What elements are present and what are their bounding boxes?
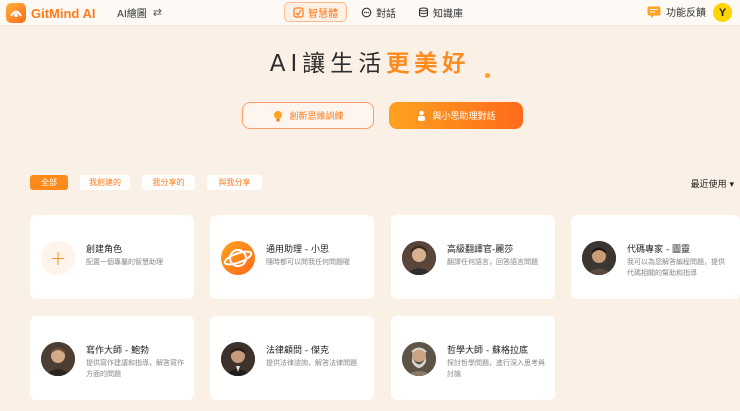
card-title: 法律顧問 - 傑克 (266, 346, 329, 356)
nav-chat[interactable]: 對話 (353, 2, 404, 22)
philosopher-avatar (402, 342, 436, 376)
card-desc: 隨時都可以問我任何問題喔 (266, 258, 350, 266)
main-nav: 智慧體 對話 知識庫 (284, 2, 477, 22)
app-logo[interactable]: GitMind AI (6, 3, 96, 23)
card-title: 代碼專家 - 圖靈 (627, 245, 690, 255)
innovation-training-label: 創新思維訓練 (289, 112, 344, 122)
nav-chat-label: 對話 (376, 8, 396, 20)
plus-icon: + (41, 241, 75, 275)
gitmind-logo-icon (6, 3, 26, 23)
hero-dot (485, 73, 490, 78)
planet-icon (221, 241, 255, 275)
hero-title-main: AI讓生活 (269, 51, 387, 77)
filter-shared-with-me[interactable]: 與我分享 (207, 175, 262, 190)
chat-icon (361, 7, 372, 17)
filter-tabs: 全部 我創建的 我分享的 與我分享 (30, 175, 274, 190)
feedback-icon (647, 6, 661, 18)
user-avatar[interactable]: Y (713, 3, 732, 22)
hero-title: AI讓生活更美好 (0, 44, 740, 78)
feedback-label: 功能反饋 (666, 8, 706, 19)
innovation-training-button[interactable]: 創新思維訓練 (242, 102, 374, 129)
app-name: GitMind AI (31, 5, 96, 21)
card-title: 高級翻譯官-麗莎 (447, 245, 514, 255)
swap-icon: ⇄ (152, 6, 163, 19)
filter-created-by-me[interactable]: 我創建的 (80, 175, 130, 190)
agents-icon (293, 6, 304, 18)
card-desc: 探討哲學問題，進行深入思考與討論 (447, 359, 545, 378)
agent-card-code-expert[interactable]: 代碼專家 - 圖靈 我可以為您解答編程問題，提供代碼相關的幫助和指導 (571, 215, 740, 299)
writing-master-avatar (41, 342, 75, 376)
agent-card-legal-advisor[interactable]: 法律顧問 - 傑克 提供法律諮詢，解答法律問題 (210, 316, 374, 400)
ai-drawing-switch[interactable]: AI繪圖 ⇄ (117, 5, 162, 20)
card-title: 哲學大師 - 蘇格拉底 (447, 346, 528, 356)
agent-card-philosophy-master[interactable]: 哲學大師 - 蘇格拉底 探討哲學問題，進行深入思考與討論 (391, 316, 555, 400)
card-title: 創建角色 (86, 245, 123, 255)
filter-shared-by-me[interactable]: 我分享的 (142, 175, 195, 190)
agent-card-general-assistant[interactable]: 通用助理 - 小思 隨時都可以問我任何問題喔 (210, 215, 374, 299)
nav-knowledge-label: 知識庫 (433, 8, 463, 20)
nav-knowledge-base[interactable]: 知識庫 (410, 2, 471, 22)
robot-icon (418, 110, 426, 121)
database-icon (419, 7, 428, 17)
chat-with-assistant-label: 與小思助理對話 (432, 112, 496, 122)
agent-card-create[interactable]: + 創建角色 配置一個專屬的智慧助理 (30, 215, 194, 299)
code-expert-avatar (582, 241, 616, 275)
card-title: 寫作大師 - 鮑勃 (86, 346, 149, 356)
card-desc: 提供法律諮詢，解答法律問題 (266, 359, 357, 367)
feedback-button[interactable]: 功能反饋 (647, 4, 706, 19)
sort-dropdown[interactable]: 最近使用 ▾ (691, 177, 734, 190)
mode-label: AI繪圖 (117, 9, 147, 20)
hero-title-accent: 更美好 (386, 51, 471, 77)
chat-with-assistant-button[interactable]: 與小思助理對話 (389, 102, 523, 129)
lightbulb-icon (274, 110, 283, 121)
nav-agents[interactable]: 智慧體 (284, 2, 347, 22)
translator-avatar (402, 241, 436, 275)
card-desc: 我可以為您解答編程問題，提供代碼相關的幫助和指導 (627, 258, 725, 277)
legal-advisor-avatar (221, 342, 255, 376)
filter-all[interactable]: 全部 (30, 175, 68, 190)
top-bar: GitMind AI AI繪圖 ⇄ 智慧體 對話 知識庫 功能反饋 Y (0, 0, 740, 26)
card-title: 通用助理 - 小思 (266, 245, 329, 255)
card-desc: 翻譯任何語言，回答語言問題 (447, 258, 538, 266)
nav-agents-label: 智慧體 (308, 8, 338, 20)
agent-card-writing-master[interactable]: 寫作大師 - 鮑勃 提供寫作建議和指導，解答寫作方面的問題 (30, 316, 194, 400)
agent-card-translator[interactable]: 高級翻譯官-麗莎 翻譯任何語言，回答語言問題 (391, 215, 555, 299)
card-desc: 配置一個專屬的智慧助理 (86, 258, 163, 266)
card-desc: 提供寫作建議和指導，解答寫作方面的問題 (86, 359, 184, 378)
